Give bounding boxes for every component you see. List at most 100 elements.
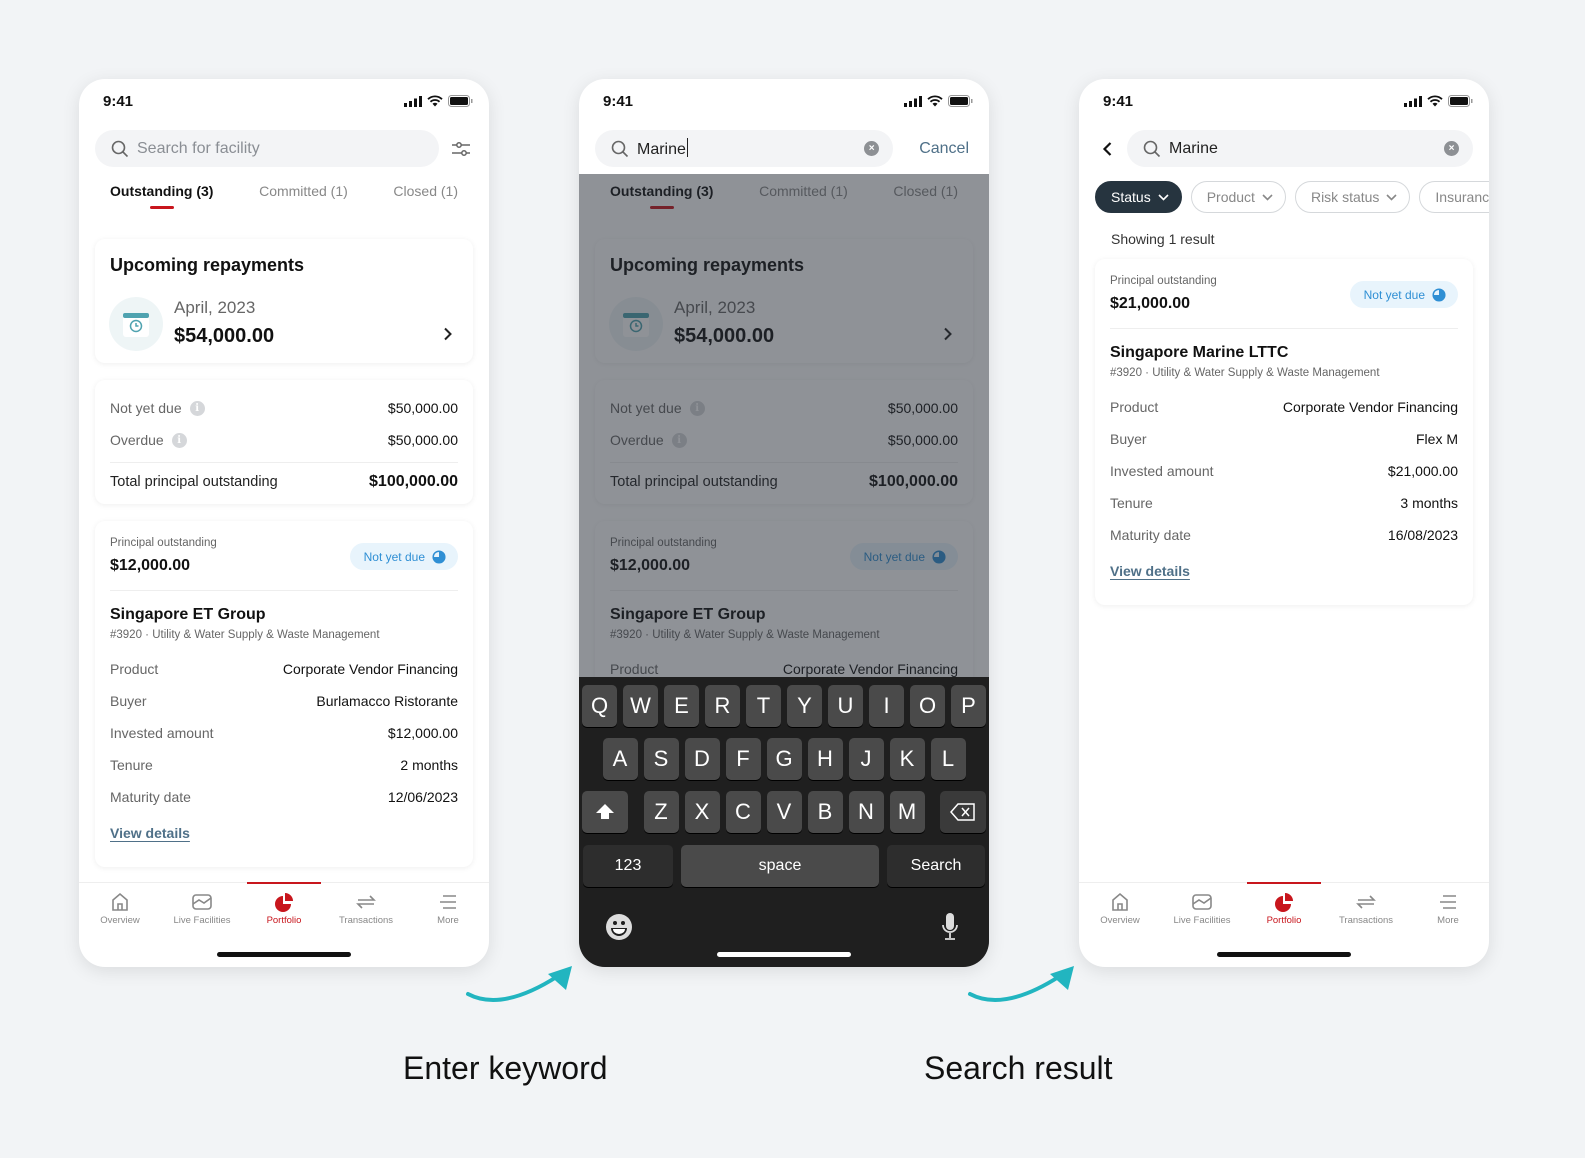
detail-row: Buyer Flex M [1110,423,1458,455]
search-input[interactable]: Search for facility [95,130,439,167]
wifi-icon [427,95,443,107]
microphone-icon[interactable] [941,912,959,942]
facility-name: Singapore Marine LTTC [1110,344,1289,361]
value: Burlamacco Ristorante [316,693,458,709]
nav-label: Portfolio [1266,915,1302,926]
key-t[interactable]: T [746,685,781,727]
clear-icon[interactable]: × [1444,141,1459,156]
filter-sliders-icon[interactable] [449,137,473,161]
search-input[interactable]: Marine × [595,130,894,167]
key-l[interactable]: L [930,738,966,780]
chip-product[interactable]: Product [1190,181,1286,213]
status-bar: 9:41 [603,91,973,111]
info-icon[interactable]: i [189,400,205,416]
clear-icon[interactable]: × [864,141,880,156]
backspace-key[interactable] [940,791,986,833]
key-h[interactable]: H [807,738,843,780]
status-icons [904,95,973,107]
back-button[interactable] [1097,141,1117,157]
numbers-key[interactable]: 123 [583,845,673,887]
info-icon[interactable]: i [171,432,187,448]
nav-label: Transactions [1338,915,1394,926]
status-icons [404,95,473,107]
detail-row: Product Corporate Vendor Financing [110,653,458,685]
nav-transactions[interactable]: Transactions [1325,883,1407,932]
value: 3 months [1400,495,1458,511]
key-a[interactable]: A [602,738,638,780]
nav-overview[interactable]: Overview [79,883,161,932]
key-e[interactable]: E [664,685,699,727]
search-input[interactable]: Marine × [1127,130,1473,167]
nav-more[interactable]: More [407,883,489,932]
home-indicator [717,952,851,957]
detail-row: Maturity date 12/06/2023 [110,781,458,813]
label: Maturity date [1110,527,1191,543]
pie-progress-icon [432,549,446,564]
emoji-icon[interactable] [605,913,633,941]
search-value: Marine [637,141,686,158]
search-icon [1143,140,1161,157]
phone-enter-keyword-screen: 9:41 Outstanding (3) Committed (1) Close… [579,79,989,967]
nav-label: Live Facilities [1173,915,1231,926]
key-u[interactable]: U [828,685,863,727]
key-c[interactable]: C [725,791,761,833]
search-row: Marine × [1097,130,1473,167]
nav-label: Transactions [338,915,394,926]
nav-portfolio[interactable]: Portfolio [1243,882,1325,932]
chip-status[interactable]: Status [1095,181,1182,213]
key-r[interactable]: R [705,685,740,727]
key-z[interactable]: Z [643,791,679,833]
key-j[interactable]: J [848,738,884,780]
key-p[interactable]: P [951,685,986,727]
status-time: 9:41 [103,92,134,110]
key-v[interactable]: V [766,791,802,833]
space-key[interactable]: space [681,845,879,887]
phone-portfolio-screen: 9:41 Search for facility Outstanding (3)… [79,79,489,967]
view-details-link[interactable]: View details [110,825,190,841]
nav-portfolio[interactable]: Portfolio [243,882,325,932]
facility-name: Singapore ET Group [110,606,266,623]
tab-outstanding[interactable]: Outstanding (3) [110,183,213,209]
key-s[interactable]: S [643,738,679,780]
nav-label: Portfolio [266,915,302,926]
key-q[interactable]: Q [582,685,617,727]
key-b[interactable]: B [807,791,843,833]
upcoming-month: April, 2023 [174,298,256,317]
tab-closed[interactable]: Closed (1) [393,183,458,209]
caption-enter-keyword: Enter keyword [403,1050,608,1086]
key-w[interactable]: W [623,685,658,727]
label: Tenure [110,757,153,773]
key-i[interactable]: I [869,685,904,727]
key-x[interactable]: X [684,791,720,833]
tab-committed[interactable]: Committed (1) [259,183,348,209]
key-d[interactable]: D [684,738,720,780]
nav-live-facilities[interactable]: Live Facilities [1161,883,1243,932]
key-g[interactable]: G [766,738,802,780]
pie-progress-icon [1432,287,1446,302]
keyboard-row-1: QWERTYUIOP [579,685,989,727]
key-m[interactable]: M [889,791,925,833]
chip-insurance[interactable]: Insurance [1419,181,1489,213]
view-details-link[interactable]: View details [1110,563,1190,579]
label: Invested amount [1110,463,1214,479]
search-key[interactable]: Search [887,845,985,887]
facility-subtitle: #3920 · Utility & Water Supply & Waste M… [1110,367,1380,379]
shift-key[interactable] [582,791,628,833]
chip-risk-status[interactable]: Risk status [1294,181,1411,213]
key-y[interactable]: Y [787,685,822,727]
nav-live-facilities[interactable]: Live Facilities [161,883,243,932]
key-f[interactable]: F [725,738,761,780]
summary-row-total: Total principal outstanding $100,000.00 [110,462,458,500]
key-k[interactable]: K [889,738,925,780]
nav-overview[interactable]: Overview [1079,883,1161,932]
key-n[interactable]: N [848,791,884,833]
nav-transactions[interactable]: Transactions [325,883,407,932]
nav-more[interactable]: More [1407,883,1489,932]
facility-details: Product Corporate Vendor Financing Buyer F… [1110,391,1458,551]
chip-label: Status [1111,189,1151,205]
value: Flex M [1416,431,1458,447]
key-o[interactable]: O [910,685,945,727]
battery-icon [1448,95,1473,107]
cancel-button[interactable]: Cancel [903,140,973,158]
upcoming-repayments-card[interactable]: Upcoming repayments April, 2023 $54,000.… [95,239,473,363]
